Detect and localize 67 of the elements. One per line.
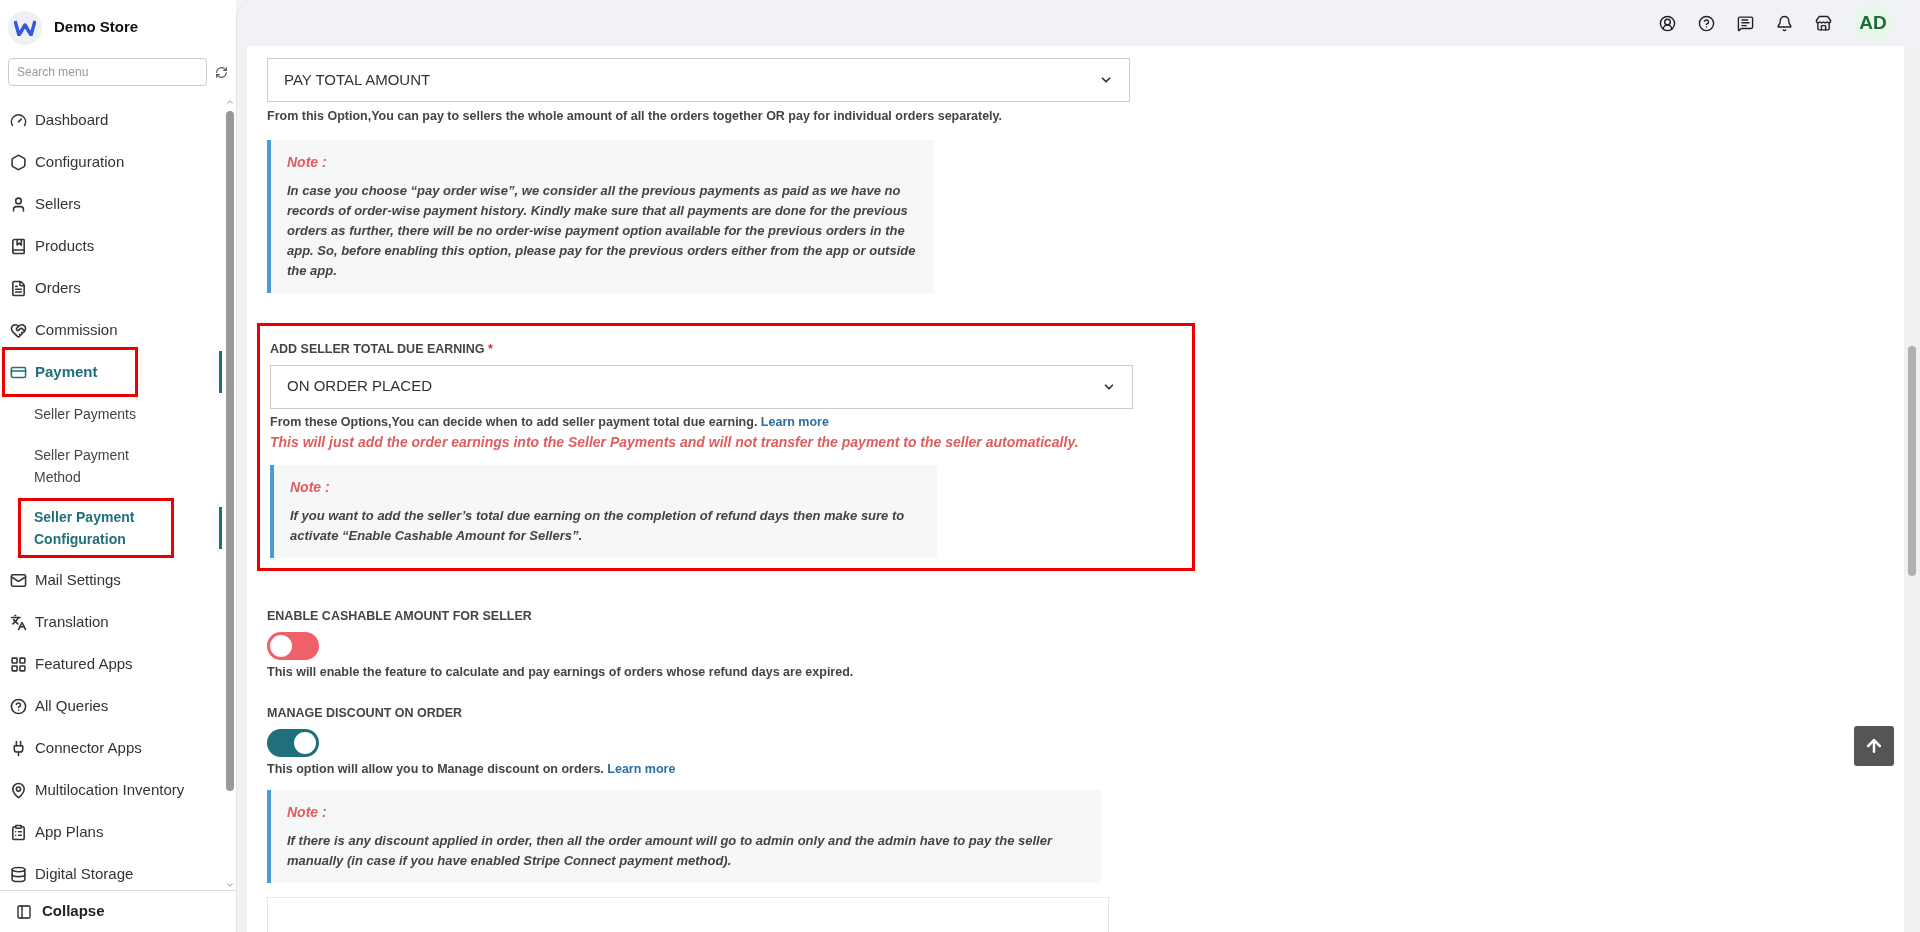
note-text: If there is any discount applied in order, then all the order amount will go to admin only and the admin have to pay the seller manually (in case if you have enabled Stripe Connect payment method). [287,832,1054,871]
gauge-icon [10,111,27,129]
sidebar-item[interactable]: Featured Apps [5,648,138,680]
user-avatar[interactable]: AD [1854,4,1892,42]
page-scrollbar[interactable] [1904,46,1920,932]
sidebar-item[interactable]: Translation [5,606,114,638]
logo-icon [8,10,42,45]
grid-icon [10,655,27,673]
sidebar-item[interactable]: Payment [5,350,135,394]
sidebar-subitem[interactable]: Seller Payments [21,398,171,430]
help-text: From these Options,You can decide when to add seller payment total due earning. Learn more [270,413,830,431]
book-icon [10,237,27,255]
sidebar-item[interactable]: Multilocation Inventory [5,774,190,806]
collapse-button[interactable]: Collapse [0,890,236,932]
field-label: ADD SELLER TOTAL DUE EARNING [270,341,485,356]
learn-more-link[interactable]: Learn more [607,761,676,776]
store-icon[interactable] [1815,14,1832,32]
sidebar-subitem[interactable]: Seller Payment Method [21,439,171,493]
dropdown-field[interactable]: ON ORDER PLACED [270,364,1133,409]
sidebar-item[interactable]: App Plans [5,816,109,848]
help-icon [10,697,27,715]
database-icon [10,865,27,883]
sidebar-item[interactable]: Orders [5,272,86,304]
location-pin-icon [10,781,27,799]
sidebar-subitem[interactable]: Seller Payment Configuration [21,501,171,555]
sidebar-panel-icon [16,903,32,920]
sidebar-item[interactable]: Products [5,230,100,262]
sidebar-item[interactable]: Dashboard [5,104,114,136]
handshake-icon [10,321,27,339]
user-icon [10,195,27,213]
required-mark: * [488,341,493,356]
document-icon [10,279,27,297]
help-text: This option will allow you to Manage discount on orders. Learn more [267,760,677,778]
sidebar-item[interactable]: Configuration [5,146,130,178]
note-title: Note : [287,152,328,172]
help-text: From this Option,You can pay to sellers the whole amount of all the orders together OR pay for individual orders separately. [267,108,1004,125]
store-name: Demo Store [54,17,139,38]
toggle-switch[interactable] [267,632,319,660]
help-text: This will enable the feature to calculate and pay earnings of orders whose refund days are expired. [267,664,855,681]
learn-more-link[interactable]: Learn more [760,414,829,429]
sidebar-item[interactable]: Digital Storage [5,858,139,890]
sidebar-item[interactable]: Connector Apps [5,732,147,764]
plug-icon [10,739,27,757]
notification-bell-icon[interactable] [1776,14,1793,32]
sidebar-item[interactable]: Sellers [5,188,86,220]
arrow-up-icon [1864,736,1884,756]
search-field[interactable]: Search menu [8,58,208,86]
field-label: ENABLE CASHABLE AMOUNT FOR SELLER [267,608,533,626]
sidebar-item[interactable]: All Queries [5,690,114,722]
dropdown-field[interactable]: PAY TOTAL AMOUNT [267,58,1130,102]
sidebar-item[interactable]: Mail Settings [5,564,126,596]
user-circle-icon[interactable] [1659,14,1676,32]
field-label: MANAGE DISCOUNT ON ORDER [267,704,464,722]
sidebar-item[interactable]: Commission [5,314,123,346]
note-text: In case you choose “pay order wise”, we consider all the previous payments as paid as we have no records of order-wise payment history. Kindly make sure that all payments are done for the previous orders as further, there will be no order-wise payment option available for the previous orders in the app. So, before enabling this option, please pay for the previous orders either from the app or outside the app. [287,181,917,280]
clipboard-icon [10,823,27,841]
help-icon[interactable] [1698,14,1715,32]
hexagon-icon [10,153,27,171]
note-title: Note : [287,803,328,823]
warning-text: This will just add the order earnings into the Seller Payments and will not transfer the payment to the seller automatically. [270,433,1080,453]
note-title: Note : [290,478,331,498]
refresh-icon[interactable] [215,65,228,79]
translate-icon [10,613,27,631]
note-text: If you want to add the seller’s total due earning on the completion of refund days then make sure to activate “Enable Cashable Amount for Sellers”. [290,507,906,546]
toggle-switch[interactable] [267,728,319,757]
mail-icon [10,571,27,589]
scroll-to-top-button[interactable] [1854,726,1894,766]
